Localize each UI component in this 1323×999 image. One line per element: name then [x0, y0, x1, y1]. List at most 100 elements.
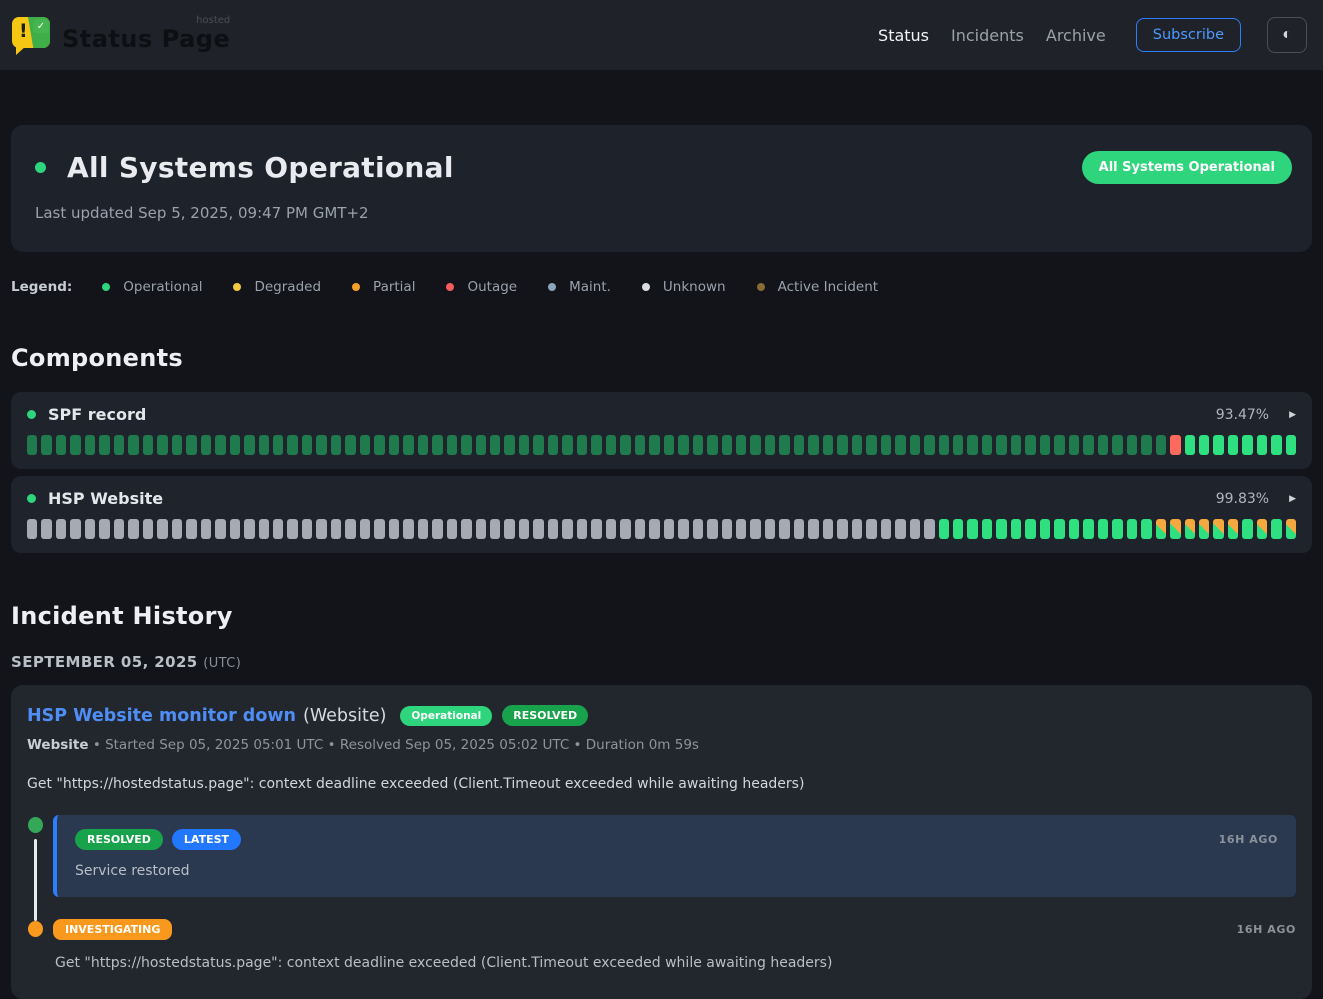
- uptime-day-bar[interactable]: [1213, 519, 1223, 539]
- uptime-day-bar[interactable]: [1127, 519, 1137, 539]
- uptime-day-bar[interactable]: [722, 435, 732, 455]
- uptime-day-bar[interactable]: [722, 519, 732, 539]
- component-header[interactable]: HSP Website 99.83% ▶: [27, 489, 1296, 508]
- uptime-day-bar[interactable]: [389, 519, 399, 539]
- uptime-day-bar[interactable]: [548, 519, 558, 539]
- uptime-day-bar[interactable]: [504, 519, 514, 539]
- uptime-day-bar[interactable]: [85, 519, 95, 539]
- component-header[interactable]: SPF record 93.47% ▶: [27, 405, 1296, 424]
- uptime-day-bar[interactable]: [1156, 519, 1166, 539]
- uptime-day-bar[interactable]: [924, 519, 934, 539]
- uptime-day-bar[interactable]: [128, 519, 138, 539]
- uptime-day-bar[interactable]: [1025, 519, 1035, 539]
- uptime-day-bar[interactable]: [56, 519, 66, 539]
- uptime-day-bar[interactable]: [70, 435, 80, 455]
- uptime-day-bar[interactable]: [910, 435, 920, 455]
- uptime-day-bar[interactable]: [1069, 519, 1079, 539]
- uptime-day-bar[interactable]: [1040, 435, 1050, 455]
- uptime-day-bar[interactable]: [461, 519, 471, 539]
- uptime-day-bar[interactable]: [635, 519, 645, 539]
- uptime-day-bar[interactable]: [1040, 519, 1050, 539]
- uptime-day-bar[interactable]: [1083, 519, 1093, 539]
- uptime-day-bar[interactable]: [635, 435, 645, 455]
- uptime-day-bar[interactable]: [331, 519, 341, 539]
- uptime-day-bar[interactable]: [273, 435, 283, 455]
- uptime-day-bar[interactable]: [1083, 435, 1093, 455]
- uptime-day-bar[interactable]: [114, 519, 124, 539]
- uptime-day-bar[interactable]: [1156, 435, 1166, 455]
- uptime-day-bar[interactable]: [99, 435, 109, 455]
- uptime-day-bar[interactable]: [562, 435, 572, 455]
- uptime-day-bar[interactable]: [996, 435, 1006, 455]
- uptime-day-bar[interactable]: [186, 435, 196, 455]
- uptime-day-bar[interactable]: [143, 519, 153, 539]
- uptime-day-bar[interactable]: [432, 435, 442, 455]
- uptime-day-bar[interactable]: [259, 435, 269, 455]
- uptime-day-bar[interactable]: [1054, 519, 1064, 539]
- uptime-day-bar[interactable]: [56, 435, 66, 455]
- uptime-day-bar[interactable]: [533, 435, 543, 455]
- expand-chevron-icon[interactable]: ▶: [1289, 494, 1296, 504]
- uptime-day-bar[interactable]: [1170, 519, 1180, 539]
- uptime-day-bar[interactable]: [360, 435, 370, 455]
- uptime-day-bar[interactable]: [172, 519, 182, 539]
- uptime-day-bar[interactable]: [1112, 435, 1122, 455]
- uptime-day-bar[interactable]: [447, 435, 457, 455]
- uptime-day-bar[interactable]: [1228, 519, 1238, 539]
- uptime-day-bar[interactable]: [302, 435, 312, 455]
- uptime-day-bar[interactable]: [1185, 519, 1195, 539]
- uptime-day-bar[interactable]: [157, 519, 167, 539]
- nav-archive[interactable]: Archive: [1046, 26, 1106, 45]
- incident-title-link[interactable]: HSP Website monitor down: [27, 706, 296, 726]
- uptime-day-bar[interactable]: [1170, 435, 1180, 455]
- uptime-day-bar[interactable]: [1199, 519, 1209, 539]
- uptime-day-bar[interactable]: [533, 519, 543, 539]
- uptime-day-bar[interactable]: [1286, 519, 1296, 539]
- uptime-day-bar[interactable]: [953, 519, 963, 539]
- uptime-day-bar[interactable]: [866, 519, 876, 539]
- uptime-day-bar[interactable]: [287, 519, 297, 539]
- uptime-day-bar[interactable]: [41, 519, 51, 539]
- uptime-day-bar[interactable]: [779, 519, 789, 539]
- uptime-day-bar[interactable]: [519, 435, 529, 455]
- uptime-day-bar[interactable]: [707, 435, 717, 455]
- uptime-day-bar[interactable]: [1185, 435, 1195, 455]
- uptime-day-bar[interactable]: [808, 435, 818, 455]
- uptime-day-bar[interactable]: [736, 519, 746, 539]
- uptime-day-bar[interactable]: [85, 435, 95, 455]
- uptime-day-bar[interactable]: [1141, 519, 1151, 539]
- uptime-day-bar[interactable]: [1141, 435, 1151, 455]
- uptime-day-bar[interactable]: [27, 435, 37, 455]
- nav-status[interactable]: Status: [878, 26, 929, 45]
- uptime-day-bar[interactable]: [967, 435, 977, 455]
- uptime-day-bar[interactable]: [606, 519, 616, 539]
- uptime-day-bar[interactable]: [736, 435, 746, 455]
- uptime-day-bar[interactable]: [794, 519, 804, 539]
- uptime-day-bar[interactable]: [1054, 435, 1064, 455]
- uptime-day-bar[interactable]: [866, 435, 876, 455]
- uptime-day-bar[interactable]: [1199, 435, 1209, 455]
- uptime-day-bar[interactable]: [287, 435, 297, 455]
- uptime-day-bar[interactable]: [1271, 435, 1281, 455]
- uptime-day-bar[interactable]: [418, 435, 428, 455]
- uptime-day-bar[interactable]: [128, 435, 138, 455]
- uptime-day-bar[interactable]: [215, 519, 225, 539]
- uptime-day-bar[interactable]: [939, 519, 949, 539]
- uptime-day-bar[interactable]: [750, 435, 760, 455]
- uptime-day-bar[interactable]: [201, 519, 211, 539]
- uptime-day-bar[interactable]: [1069, 435, 1079, 455]
- uptime-day-bar[interactable]: [360, 519, 370, 539]
- uptime-day-bar[interactable]: [765, 519, 775, 539]
- uptime-day-bar[interactable]: [794, 435, 804, 455]
- uptime-day-bar[interactable]: [895, 435, 905, 455]
- uptime-day-bar[interactable]: [418, 519, 428, 539]
- uptime-day-bar[interactable]: [1228, 435, 1238, 455]
- uptime-day-bar[interactable]: [881, 435, 891, 455]
- uptime-day-bar[interactable]: [939, 435, 949, 455]
- uptime-day-bar[interactable]: [620, 519, 630, 539]
- uptime-day-bar[interactable]: [852, 519, 862, 539]
- uptime-day-bar[interactable]: [707, 519, 717, 539]
- uptime-day-bar[interactable]: [1112, 519, 1122, 539]
- uptime-day-bar[interactable]: [316, 519, 326, 539]
- uptime-day-bar[interactable]: [519, 519, 529, 539]
